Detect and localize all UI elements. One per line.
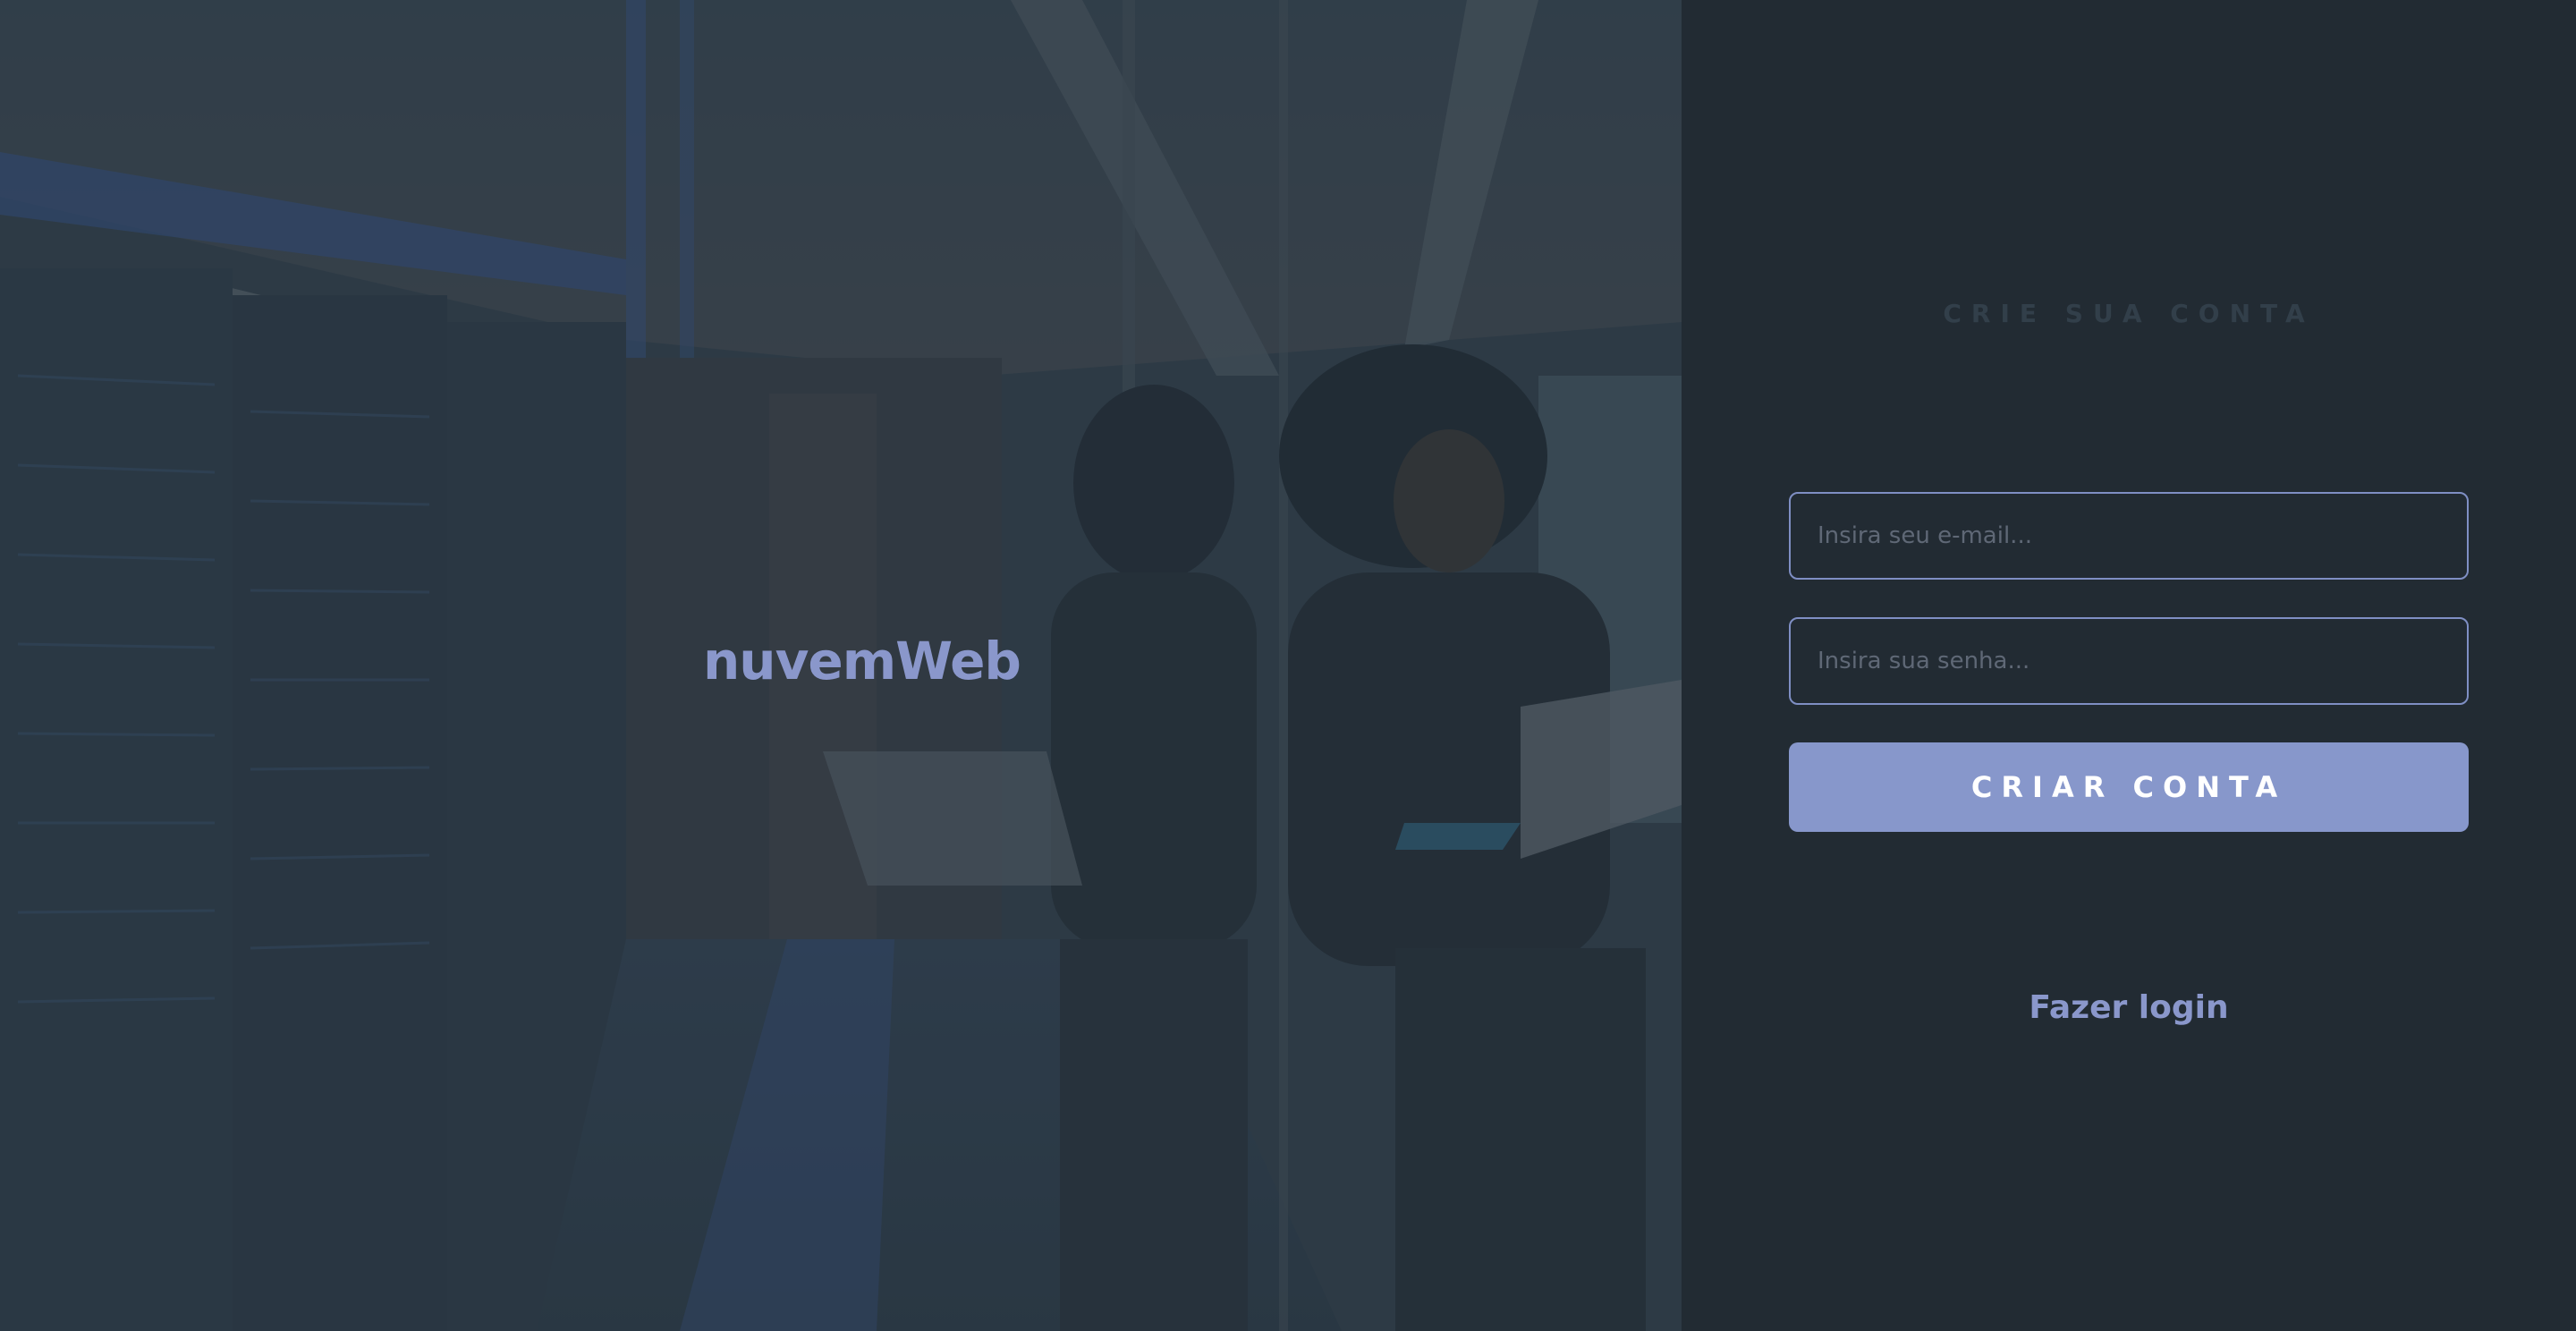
login-link[interactable]: Fazer login bbox=[1682, 989, 2576, 1026]
page-title: CRIE SUA CONTA bbox=[1943, 299, 2315, 328]
signup-panel: CRIE SUA CONTA CRIAR CONTA Fazer login bbox=[1682, 0, 2576, 1331]
brand-logo: nuvemWeb bbox=[703, 631, 1021, 691]
signup-screen: nuvemWeb CRIE SUA CONTA CRIAR CONTA Faze… bbox=[0, 0, 2576, 1331]
password-field[interactable] bbox=[1789, 617, 2469, 705]
create-account-button[interactable]: CRIAR CONTA bbox=[1789, 742, 2469, 832]
hero-section: nuvemWeb bbox=[0, 0, 1682, 1331]
email-field[interactable] bbox=[1789, 492, 2469, 580]
